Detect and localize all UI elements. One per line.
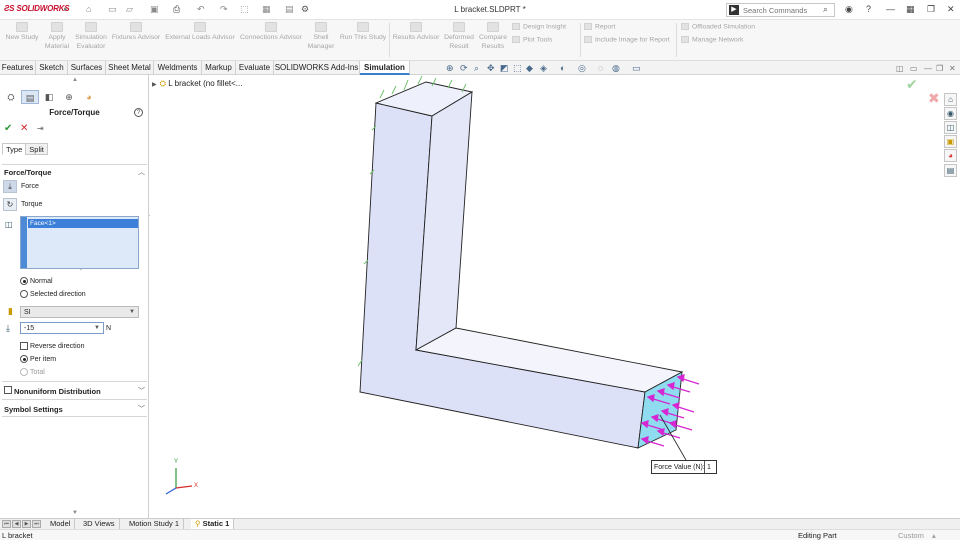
cancel-x-icon[interactable]: ✖ xyxy=(928,90,940,107)
prev-tab-icon[interactable]: ◀ xyxy=(12,520,21,528)
callout-value[interactable]: 1 xyxy=(704,461,717,473)
status-bar: L bracket Editing Part Custom ▴ xyxy=(0,529,960,540)
task-pane-home-icon[interactable]: ⌂ xyxy=(944,93,957,106)
model-tabs: ⏮ ◀ ▶ ⏭ Model 3D Views Motion Study 1 ⚲ … xyxy=(0,518,960,530)
triad-x-axis xyxy=(175,485,193,489)
first-tab-icon[interactable]: ⏮ xyxy=(2,520,11,528)
task-pane-properties-icon[interactable]: ▤ xyxy=(944,164,957,177)
fixture-arrow xyxy=(403,79,409,91)
reference-triad xyxy=(165,468,193,495)
model-view[interactable] xyxy=(0,0,960,540)
study-icon: ⚲ xyxy=(195,519,201,528)
triad-z-axis xyxy=(165,487,177,495)
status-units[interactable]: Custom xyxy=(898,531,924,540)
task-pane-appearance-icon[interactable]: ◕ xyxy=(944,149,957,162)
part-front-face[interactable] xyxy=(359,102,646,449)
triad-x-label: X xyxy=(194,483,199,489)
last-tab-icon[interactable]: ⏭ xyxy=(32,520,41,528)
confirm-checkmark-icon[interactable]: ✔ xyxy=(906,76,918,93)
force-value-callout[interactable]: Force Value (N): 1 xyxy=(651,460,717,474)
fixture-arrow xyxy=(391,85,397,95)
triad-y-label: Y xyxy=(174,459,179,465)
next-tab-icon[interactable]: ▶ xyxy=(22,520,31,528)
fixture-arrow xyxy=(417,75,423,85)
units-dropdown-icon[interactable]: ▴ xyxy=(932,531,936,540)
status-editing: Editing Part xyxy=(798,531,837,540)
task-pane-library-icon[interactable]: ◫ xyxy=(944,121,957,134)
fixture-arrow xyxy=(379,89,385,99)
task-pane-explorer-icon[interactable]: ▣ xyxy=(944,135,957,148)
status-part-name: L bracket xyxy=(2,531,33,540)
task-pane-resources-icon[interactable]: ◉ xyxy=(944,107,957,120)
